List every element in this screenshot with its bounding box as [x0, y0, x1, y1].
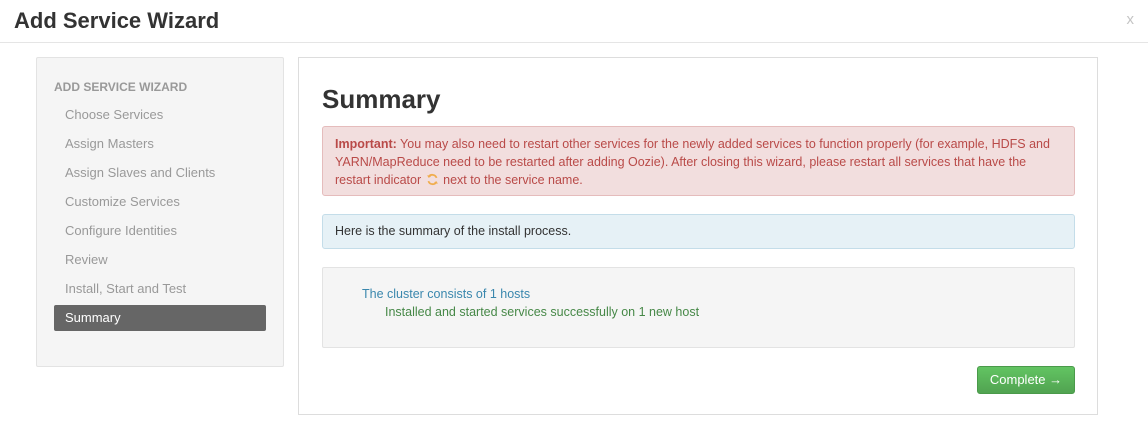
- alert-warning-text-end: next to the service name.: [439, 173, 583, 187]
- cluster-host-count-text: The cluster consists of 1 hosts: [362, 287, 531, 301]
- install-summary-info-alert: Here is the summary of the install proce…: [322, 214, 1075, 249]
- close-button[interactable]: x: [1127, 11, 1135, 28]
- page-title: Summary: [322, 84, 441, 114]
- sidebar-item-summary[interactable]: Summary: [54, 305, 266, 331]
- sidebar-item-customize-services[interactable]: Customize Services: [54, 189, 266, 215]
- sidebar-header: ADD SERVICE WIZARD: [54, 80, 188, 94]
- sidebar-item-install-start-test[interactable]: Install, Start and Test: [54, 276, 266, 302]
- wizard-content: Summary Important: You may also need to …: [298, 57, 1098, 415]
- sidebar-step-list: Choose Services Assign Masters Assign Sl…: [54, 102, 266, 334]
- dialog-title: Add Service Wizard: [14, 8, 220, 33]
- dialog-header: Add Service Wizard x: [0, 0, 1148, 43]
- sidebar-item-assign-masters[interactable]: Assign Masters: [54, 131, 266, 157]
- refresh-icon: [426, 173, 439, 191]
- sidebar-item-review[interactable]: Review: [54, 247, 266, 273]
- alert-important-label: Important:: [335, 137, 397, 151]
- complete-button[interactable]: Complete →: [977, 366, 1075, 394]
- restart-warning-alert: Important: You may also need to restart …: [322, 126, 1075, 196]
- install-success-text: Installed and started services successfu…: [385, 305, 700, 319]
- wizard-sidebar: ADD SERVICE WIZARD Choose Services Assig…: [36, 57, 284, 367]
- sidebar-item-assign-slaves-clients[interactable]: Assign Slaves and Clients: [54, 160, 266, 186]
- install-summary-box: The cluster consists of 1 hosts Installe…: [322, 267, 1075, 348]
- sidebar-item-choose-services[interactable]: Choose Services: [54, 102, 266, 128]
- sidebar-item-configure-identities[interactable]: Configure Identities: [54, 218, 266, 244]
